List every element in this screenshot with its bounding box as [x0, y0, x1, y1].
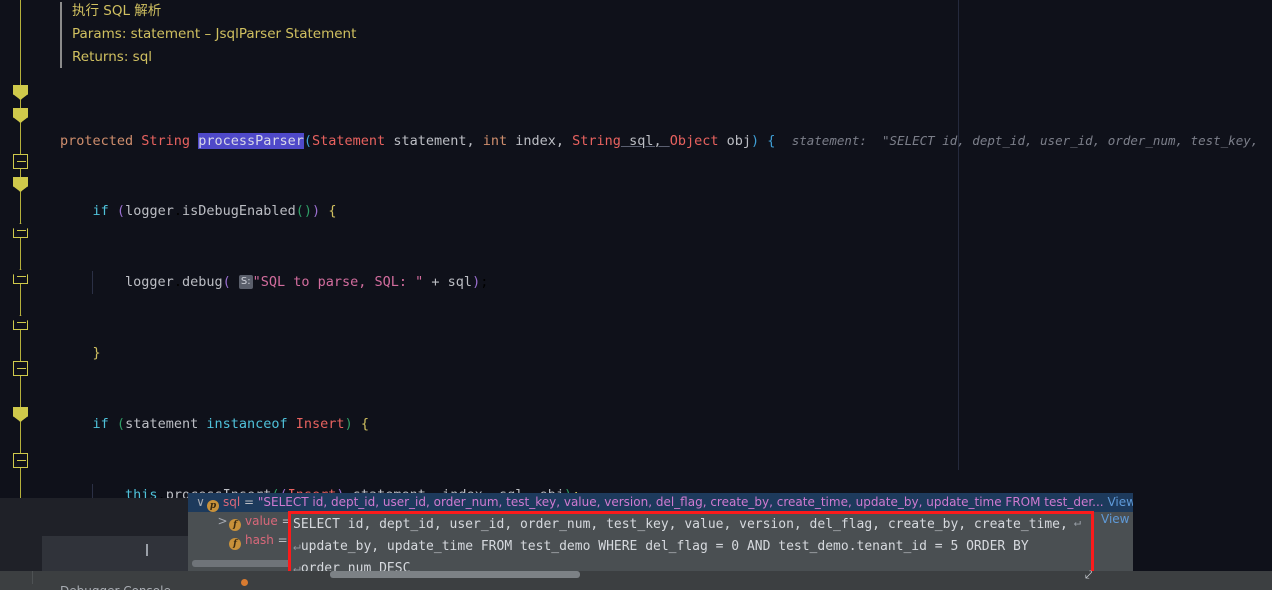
tooltip-line: SELECT id, dept_id, user_id, order_num, … [293, 517, 1076, 532]
debugger-var-name: value [245, 514, 278, 528]
debugger-row-sql[interactable]: ∨ p sql = "SELECT id, dept_id, user_id, or… [188, 493, 1133, 512]
tok-param-name: sql, [620, 133, 670, 149]
fold-marker-collapse[interactable] [13, 407, 28, 422]
status-bar-tabs[interactable]: Debugger Console [60, 584, 171, 590]
tok-brace: { [759, 133, 776, 149]
debugger-equals: = [273, 533, 288, 547]
editor-lower-strip [42, 536, 188, 571]
fold-marker-collapse[interactable] [13, 108, 28, 123]
tok-modifier: protected [60, 133, 134, 149]
tok-method-name: processParser [198, 133, 304, 149]
tooltip-wrap-marker-icon: ↵ [1073, 515, 1081, 529]
tok-string: "SQL to parse, SQL: " [252, 274, 424, 290]
tok-param-type: Object [669, 133, 719, 149]
fold-marker-end[interactable] [13, 361, 28, 376]
code-line-signature[interactable]: protected String processParser(Statement… [42, 129, 1272, 152]
fold-marker-end[interactable] [13, 223, 28, 238]
tok-param-type: int [482, 133, 508, 149]
mouse-cursor-icon: ⤦ [1085, 568, 1093, 583]
text-caret [146, 544, 148, 556]
tooltip-scrollbar[interactable] [330, 571, 580, 578]
code-line-close-1[interactable]: } [42, 342, 1272, 365]
code-line-if-insert[interactable]: if (statement instanceof Insert) { [42, 413, 1272, 436]
wrap-indicator-icon: ↵ [293, 539, 301, 554]
tooltip-line-text: update_by, update_time FROM test_demo WH… [300, 539, 1037, 554]
fold-marker-collapse[interactable] [13, 177, 28, 192]
fold-marker-collapse[interactable] [13, 85, 28, 100]
breakpoint-dot-icon [241, 579, 248, 586]
fold-marker-end[interactable] [13, 315, 28, 330]
code-line-log-debug-1[interactable]: logger.debug( S: "SQL to parse, SQL: " + … [42, 271, 1272, 294]
tok-param-name: statement, [385, 133, 483, 149]
fold-marker-end[interactable] [13, 453, 28, 468]
debugger-var-name: hash [245, 533, 274, 547]
tok-param-name: index, [507, 133, 573, 149]
status-bar [0, 584, 1272, 590]
debugger-equals: = [240, 495, 258, 509]
debugger-var-name: sql [223, 495, 241, 509]
tok-param-type: Statement [312, 133, 386, 149]
parameter-icon: p [207, 500, 219, 512]
code-line-if-debug-1[interactable]: if (logger.isDebugEnabled()) { [42, 200, 1272, 223]
tooltip-line-wrapped: ↵update_by, update_time FROM test_demo W… [291, 536, 1091, 558]
view-link[interactable]: View [1107, 495, 1133, 509]
ide-screenshot: 执行 SQL 解析 Params: statement – JsqlParser… [0, 0, 1272, 590]
field-icon: f [229, 519, 241, 531]
debugger-var-value: "SELECT id, dept_id, user_id, order_num,… [257, 495, 1104, 509]
tok-paren: ) [751, 133, 760, 149]
inlay-statement: statement: "SELECT id, dept_id, user_id,… [791, 133, 1259, 148]
tok-param-name: obj [718, 133, 752, 149]
string-inlay-badge: S: [238, 275, 253, 289]
fold-marker-end[interactable] [13, 269, 28, 284]
field-icon: f [229, 538, 241, 550]
tok-param-type: String [572, 133, 621, 149]
tok-paren: ( [303, 133, 313, 149]
view-link-secondary[interactable]: View [1101, 512, 1129, 526]
fold-marker-end[interactable] [13, 154, 28, 169]
chevron-right-icon[interactable]: > [216, 512, 229, 531]
tok-return-type: String [141, 133, 191, 149]
chevron-down-icon[interactable]: ∨ [194, 493, 207, 512]
